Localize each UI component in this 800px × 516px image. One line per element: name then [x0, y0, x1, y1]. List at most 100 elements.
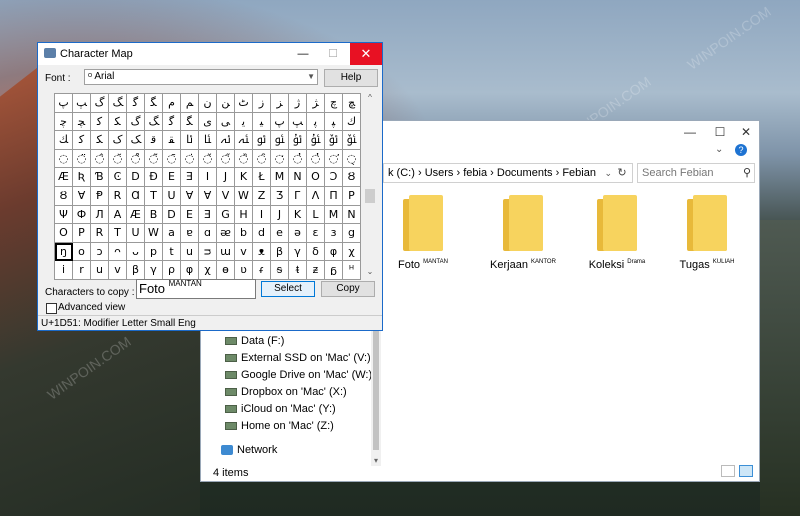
character-cell[interactable]: Π — [325, 186, 343, 206]
character-cell[interactable]: ﯫ — [199, 131, 217, 150]
character-cell[interactable]: ﯯ — [271, 131, 289, 150]
character-cell[interactable]: ﭖ — [271, 112, 289, 132]
nav-item-home[interactable]: Home on 'Mac' (Z:) — [225, 418, 334, 434]
character-cell[interactable]: T — [109, 224, 127, 243]
character-cell[interactable]: ﯪ — [181, 131, 199, 150]
character-cell[interactable]: D — [127, 168, 145, 187]
character-cell[interactable]: ﻡ — [163, 94, 181, 113]
character-cell[interactable]: ﮑ — [109, 112, 127, 132]
chevron-down-icon[interactable]: ⌄ — [604, 164, 612, 182]
minimize-button[interactable]: — — [288, 43, 318, 65]
character-cell[interactable]: ᵸ — [343, 261, 361, 280]
character-cell[interactable]: ɵ — [217, 261, 235, 280]
character-cell[interactable]: γ — [145, 261, 163, 280]
character-cell[interactable]: Ǝ — [181, 168, 199, 187]
character-cell[interactable]: N — [343, 205, 361, 225]
scrollbar-thumb[interactable] — [365, 189, 375, 203]
grid-scrollbar[interactable]: ^ ⌄ — [363, 93, 377, 279]
character-cell[interactable]: ﮕ — [145, 94, 163, 113]
character-cell[interactable]: o — [73, 242, 91, 262]
nav-item-google-drive[interactable]: Google Drive on 'Mac' (W:) — [225, 367, 372, 383]
character-cell[interactable]: ﻗ — [145, 131, 163, 150]
character-cell[interactable]: ◌̄ — [163, 149, 181, 169]
character-cell[interactable]: ʋ — [235, 261, 253, 280]
character-cell[interactable]: ◌̃ — [145, 149, 163, 169]
character-cell[interactable]: φ — [181, 261, 199, 280]
character-cell[interactable]: ﮎ — [109, 131, 127, 150]
character-cell[interactable]: ﮐ — [91, 112, 109, 132]
character-cell[interactable]: W — [235, 186, 253, 206]
character-cell[interactable]: D — [163, 205, 181, 225]
refresh-icon[interactable]: ↻ — [613, 165, 631, 181]
font-dropdown[interactable]: ᴼ Arial ▼ — [84, 69, 318, 85]
character-cell[interactable]: ◌̖ — [343, 149, 361, 169]
character-cell[interactable]: v — [109, 261, 127, 280]
character-cell[interactable]: B — [145, 205, 163, 225]
character-cell[interactable]: ﯾ — [235, 112, 253, 132]
character-cell[interactable]: ﺯ — [253, 94, 271, 113]
character-cell[interactable]: ɔ — [91, 242, 109, 262]
character-cell[interactable]: d — [253, 224, 271, 243]
character-cell[interactable]: v — [235, 242, 253, 262]
character-cell[interactable]: ŋ — [55, 242, 73, 262]
character-cell[interactable]: ə — [289, 224, 307, 243]
character-cell[interactable]: γ — [289, 242, 307, 262]
character-cell[interactable]: ɜ — [325, 224, 343, 243]
search-input[interactable]: Search Febian ⚲ — [637, 163, 755, 183]
character-cell[interactable]: ◌̑ — [253, 149, 271, 169]
character-cell[interactable]: V — [217, 186, 235, 206]
character-cell[interactable]: ﯿ — [253, 112, 271, 132]
advanced-view-label[interactable]: Advanced view — [58, 302, 125, 313]
character-cell[interactable]: Ʀ — [73, 168, 91, 187]
character-cell[interactable]: ﻚ — [55, 131, 73, 150]
character-cell[interactable]: ﯬ — [217, 131, 235, 150]
character-cell[interactable]: t — [163, 242, 181, 262]
character-cell[interactable]: M — [271, 168, 289, 187]
copy-button[interactable]: Copy — [321, 281, 375, 297]
character-cell[interactable]: ﮕ — [181, 112, 199, 132]
character-cell[interactable]: ɛ — [307, 224, 325, 243]
character-cell[interactable]: U — [127, 224, 145, 243]
scrollbar-thumb[interactable] — [373, 326, 379, 450]
character-cell[interactable]: ◌̊ — [127, 149, 145, 169]
character-cell[interactable]: ◌̇ — [181, 149, 199, 169]
character-cell[interactable]: ﯼ — [199, 112, 217, 132]
character-cell[interactable]: ﻦ — [217, 94, 235, 113]
character-cell[interactable]: ﻢ — [181, 94, 199, 113]
character-cell[interactable]: ᵴ — [271, 261, 289, 280]
character-cell[interactable]: b — [235, 224, 253, 243]
large-icons-view-icon[interactable] — [739, 465, 753, 477]
character-cell[interactable]: r — [73, 261, 91, 280]
folder-item[interactable]: Kerjaan KANTOR — [483, 195, 563, 275]
character-cell[interactable]: g — [343, 224, 361, 243]
character-cell[interactable]: ᴖ — [109, 242, 127, 262]
character-cell[interactable]: Ɐ — [73, 186, 91, 206]
chevron-down-icon[interactable]: ⌄ — [715, 144, 723, 155]
folder-item[interactable]: Tugas KULIAH — [667, 195, 747, 275]
character-cell[interactable]: Ψ — [55, 205, 73, 225]
character-cell[interactable]: G — [217, 205, 235, 225]
character-cell[interactable]: ᵷ — [325, 261, 343, 280]
character-cell[interactable]: ◌̌ — [199, 149, 217, 169]
character-cell[interactable]: χ — [199, 261, 217, 280]
character-cell[interactable]: O — [307, 168, 325, 187]
nav-item-data-drive[interactable]: Data (F:) — [225, 333, 284, 349]
character-cell[interactable]: ﮓ — [145, 112, 163, 132]
character-cell[interactable]: ﮔ — [127, 94, 145, 113]
character-cell[interactable]: ﭼ — [55, 112, 73, 132]
character-cell[interactable]: ﯲ — [325, 131, 343, 150]
character-cell[interactable]: Ł — [253, 168, 271, 187]
character-cell[interactable]: ﯮ — [253, 131, 271, 150]
character-cell[interactable]: ﭙ — [325, 112, 343, 132]
character-cell[interactable]: ﮒ — [127, 112, 145, 132]
details-view-icon[interactable] — [721, 465, 735, 477]
nav-item-dropbox[interactable]: Dropbox on 'Mac' (X:) — [225, 384, 347, 400]
character-cell[interactable]: Ᵽ — [91, 186, 109, 206]
character-cell[interactable]: ﻜ — [91, 131, 109, 150]
character-cell[interactable]: ﭻ — [343, 94, 361, 113]
character-cell[interactable]: ᵵ — [289, 261, 307, 280]
character-cell[interactable]: N — [289, 168, 307, 187]
character-cell[interactable]: Ȣ — [343, 168, 361, 187]
address-segment-user[interactable]: febia — [463, 167, 487, 179]
character-cell[interactable]: ᴝ — [199, 242, 217, 262]
